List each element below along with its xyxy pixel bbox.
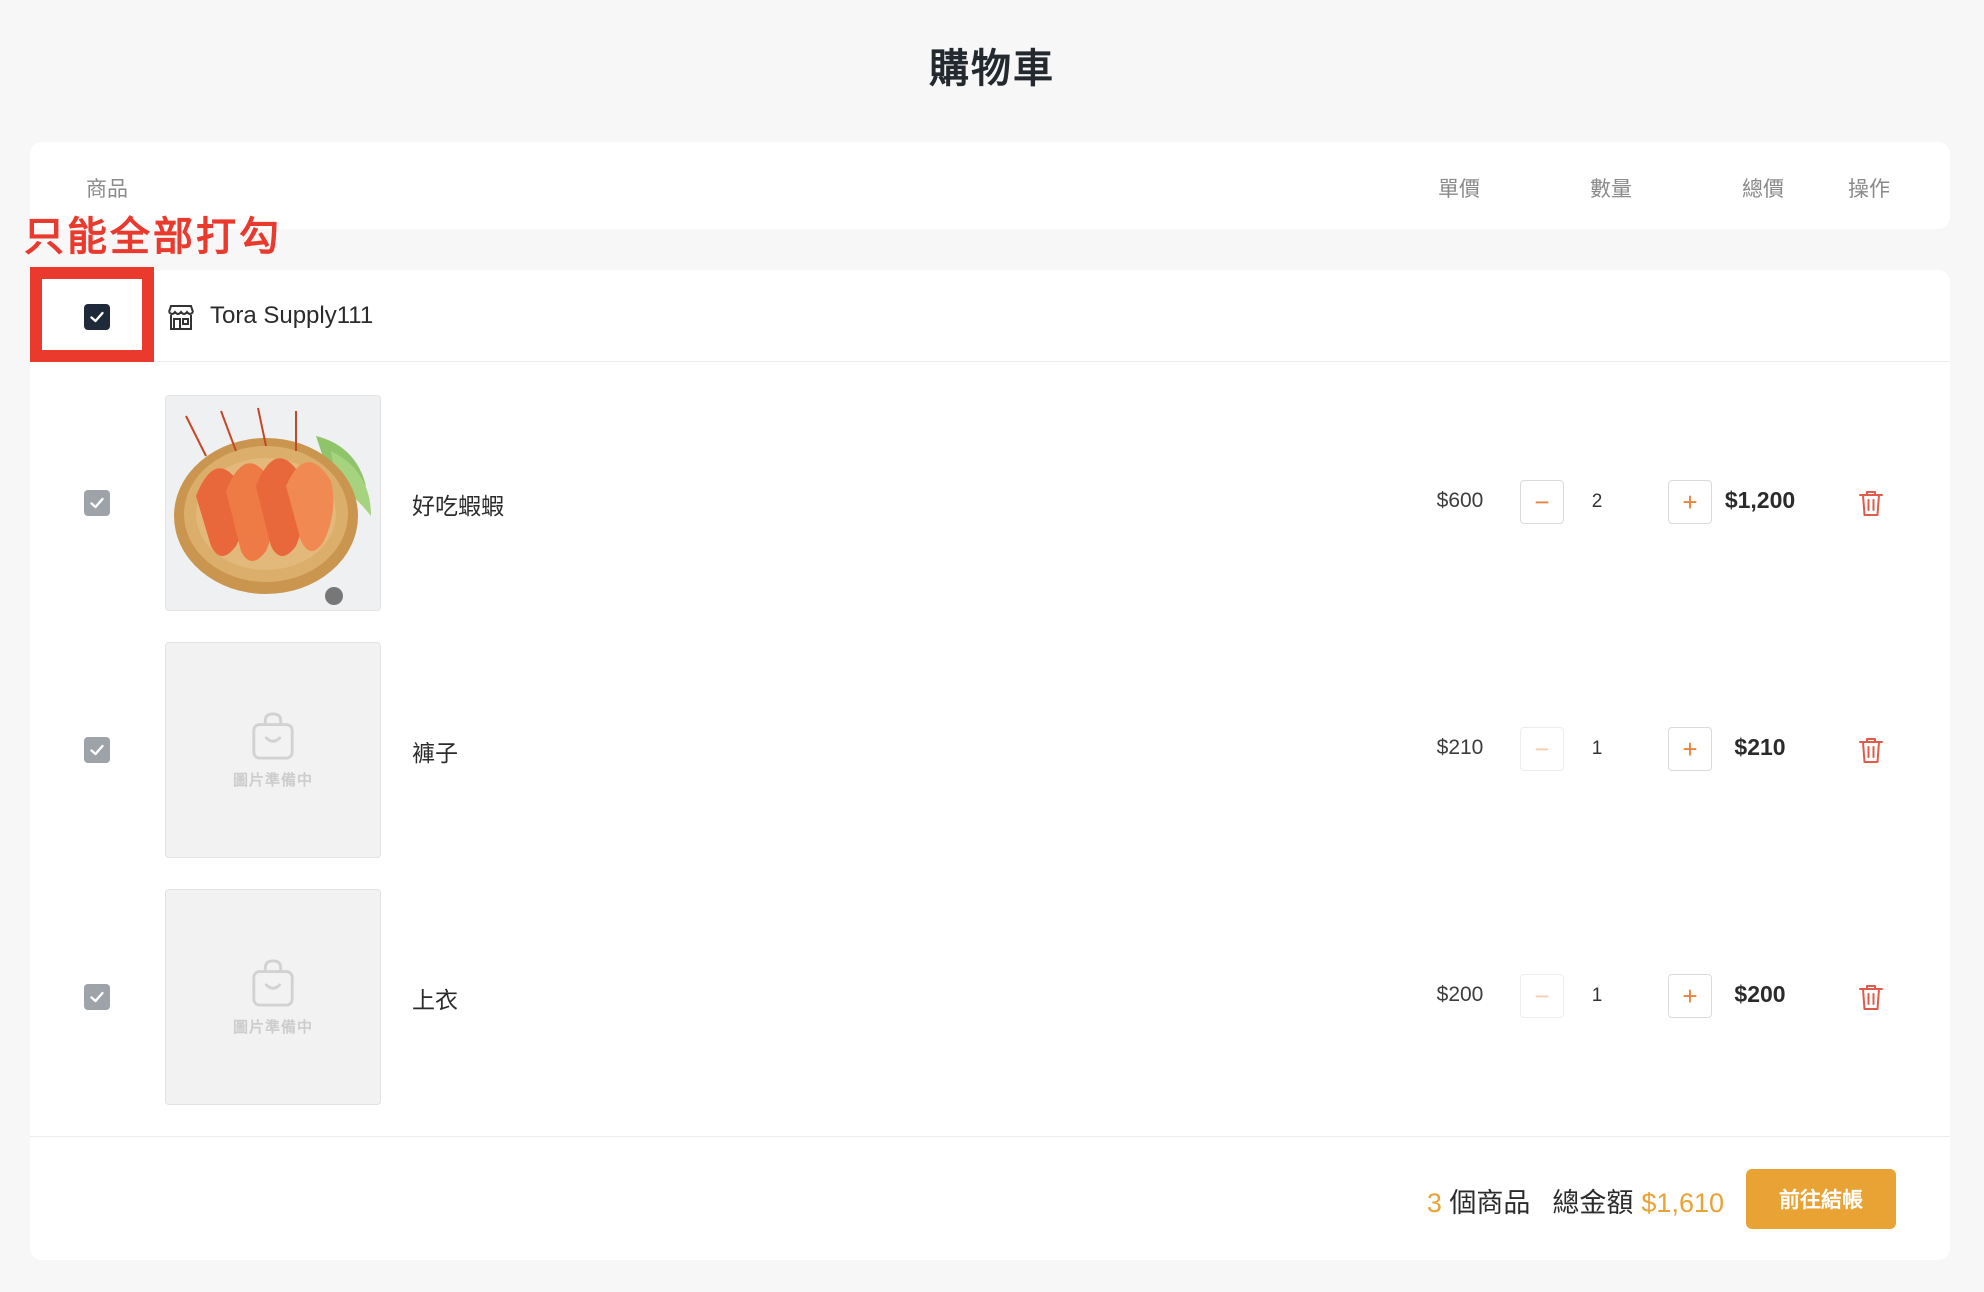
- item-checkbox[interactable]: [84, 984, 110, 1010]
- cart-item-row: 好吃蝦蝦 $600 − 2 + $1,200: [30, 395, 1950, 611]
- total-amount: $1,610: [1641, 1188, 1724, 1218]
- store-card: Tora Supply111 好吃蝦蝦 $600 − 2 + $1,200 圖片…: [30, 267, 1950, 1260]
- shrimp-photo-icon: [166, 396, 380, 610]
- col-head-action: 操作: [1848, 178, 1890, 201]
- cart-item-row: 圖片準備中 褲子 $210 − 1 + $210: [30, 642, 1950, 858]
- placeholder-text: 圖片準備中: [232, 1018, 313, 1036]
- store-select-all-checkbox[interactable]: [84, 304, 110, 330]
- quantity-decrease-button[interactable]: −: [1520, 480, 1564, 524]
- cart-summary: 3 個商品 總金額 $1,610: [1427, 1181, 1724, 1220]
- item-unit-price: $600: [1436, 489, 1484, 512]
- item-name[interactable]: 好吃蝦蝦: [412, 487, 504, 521]
- quantity-value: 1: [1591, 985, 1603, 1006]
- shopping-bag-icon: [252, 712, 294, 759]
- placeholder-text: 圖片準備中: [232, 771, 313, 789]
- store-icon: [168, 305, 194, 330]
- item-unit-price: $200: [1436, 983, 1484, 1006]
- checkout-button[interactable]: 前往結帳: [1746, 1169, 1896, 1229]
- product-thumbnail-placeholder[interactable]: 圖片準備中: [165, 889, 381, 1105]
- quantity-decrease-button[interactable]: −: [1520, 727, 1564, 771]
- check-icon: [90, 744, 104, 756]
- col-head-total: 總價: [1742, 178, 1784, 201]
- item-name[interactable]: 上衣: [412, 981, 458, 1015]
- item-line-total: $210: [1734, 734, 1786, 760]
- col-head-quantity: 數量: [1590, 178, 1632, 201]
- quantity-decrease-button[interactable]: −: [1520, 974, 1564, 1018]
- col-head-unit-price: 單價: [1438, 178, 1480, 201]
- product-thumbnail[interactable]: [165, 395, 381, 611]
- item-count-label: 個商品: [1441, 1188, 1531, 1218]
- trash-icon[interactable]: [1858, 983, 1884, 1011]
- product-thumbnail-placeholder[interactable]: 圖片準備中: [165, 642, 381, 858]
- cart-item-row: 圖片準備中 上衣 $200 − 1 + $200: [30, 889, 1950, 1105]
- quantity-value: 1: [1591, 738, 1603, 759]
- check-icon: [90, 311, 104, 323]
- item-unit-price: $210: [1436, 736, 1484, 759]
- store-header-row: Tora Supply111: [30, 267, 1950, 362]
- col-head-product: 商品: [86, 178, 128, 201]
- cart-table-header: 商品 單價 數量 總價 操作: [30, 142, 1950, 229]
- check-icon: [90, 991, 104, 1003]
- item-checkbox[interactable]: [84, 737, 110, 763]
- shopping-bag-icon: [252, 959, 294, 1006]
- trash-icon[interactable]: [1858, 489, 1884, 517]
- item-name[interactable]: 褲子: [412, 734, 458, 768]
- cart-summary-footer: 3 個商品 總金額 $1,610 前往結帳: [30, 1136, 1950, 1260]
- item-line-total: $200: [1734, 981, 1786, 1007]
- item-checkbox[interactable]: [84, 490, 110, 516]
- annotation-note: 只能全部打勾: [24, 215, 282, 259]
- total-label: 總金額: [1552, 1188, 1634, 1218]
- store-name[interactable]: Tora Supply111: [210, 302, 373, 330]
- trash-icon[interactable]: [1858, 736, 1884, 764]
- page-title: 購物車: [929, 47, 1055, 91]
- item-line-total: $1,200: [1724, 487, 1796, 513]
- quantity-value: 2: [1591, 491, 1603, 512]
- check-icon: [90, 497, 104, 509]
- item-count: 3: [1426, 1188, 1442, 1218]
